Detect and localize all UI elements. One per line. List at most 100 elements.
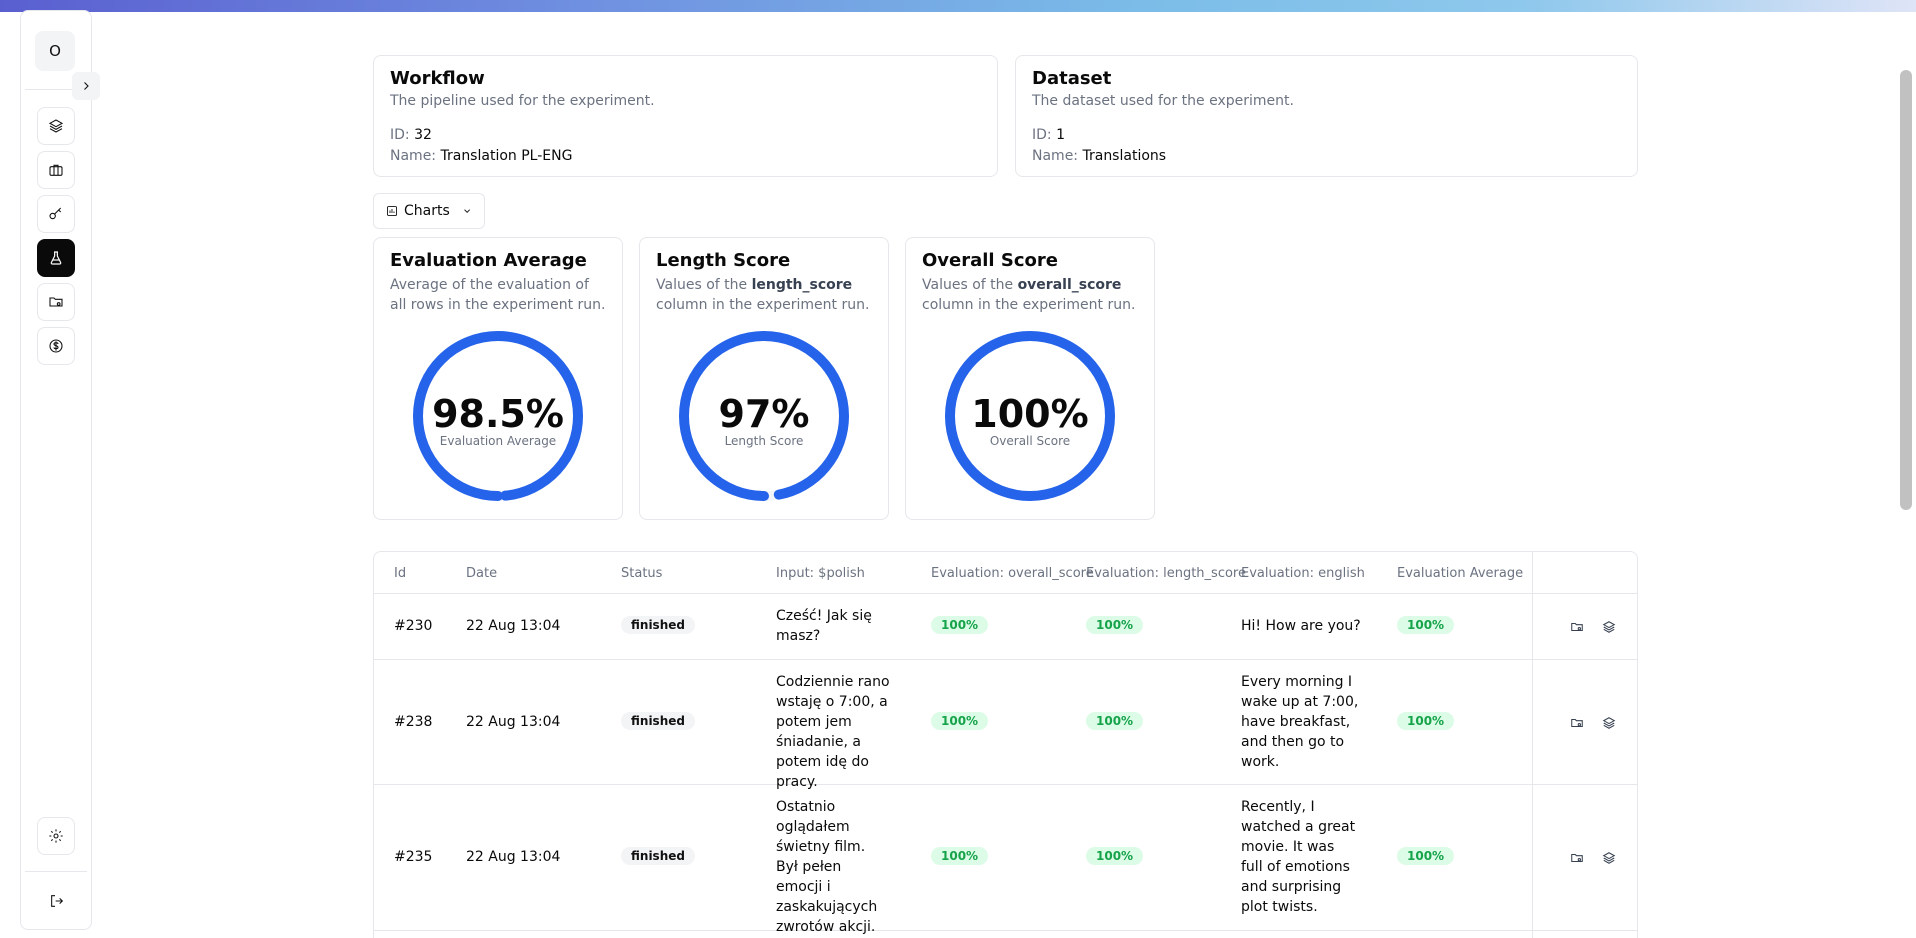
gauge-value: 97% — [718, 392, 810, 436]
overall-score-badge: 100% — [931, 616, 989, 634]
chart-title: Overall Score — [922, 250, 1058, 271]
row-input: Cześć! Jak się masz? — [776, 608, 872, 644]
status-badge: finished — [621, 712, 695, 730]
workflow-card: Workflow The pipeline used for the exper… — [373, 55, 998, 177]
folder-settings-icon — [1571, 718, 1583, 728]
row-date: 22 Aug 13:04 — [466, 618, 561, 634]
chart-card-evaluation-average: Evaluation Average Average of the evalua… — [373, 237, 623, 520]
layers-icon — [48, 119, 64, 133]
settings-button[interactable] — [37, 817, 75, 855]
charts-dropdown-button[interactable]: Charts — [373, 193, 485, 229]
dataset-id: 1 — [1056, 127, 1066, 143]
layers-icon — [1602, 717, 1616, 729]
column-header-status[interactable]: Status — [621, 566, 662, 581]
gauge-label: Length Score — [724, 434, 804, 448]
row-english: Hi! How are you? — [1241, 618, 1361, 634]
workflow-title: Workflow — [390, 68, 485, 89]
gear-icon — [49, 829, 63, 843]
chart-title: Length Score — [656, 250, 791, 271]
dataset-name-label: Name: — [1032, 148, 1079, 164]
gauge-value: 98.5% — [432, 392, 564, 436]
layers-icon — [1602, 621, 1616, 633]
table-row[interactable]: #230 22 Aug 13:04 finished Cześć! Jak si… — [374, 594, 1637, 660]
length-score-badge: 100% — [1086, 616, 1144, 634]
table-header: Id Date Status Input: $polish Evaluation… — [374, 552, 1637, 594]
status-badge: finished — [621, 847, 695, 865]
workflow-name-label: Name: — [390, 148, 437, 164]
row-id: #235 — [394, 849, 433, 865]
row-id: #230 — [394, 618, 433, 634]
sidebar-expand-button[interactable] — [72, 72, 100, 100]
chart-card-length-score: Length Score Values of the length_score … — [639, 237, 889, 520]
column-header-evaluation-average[interactable]: Evaluation Average — [1397, 566, 1523, 581]
open-workflow-run-button[interactable] — [1600, 714, 1618, 732]
length-score-badge: 100% — [1086, 712, 1144, 730]
top-gradient-bar — [0, 0, 1916, 12]
sidebar-divider — [25, 871, 87, 872]
workflow-id-label: ID: — [390, 127, 410, 143]
chart-icon — [387, 206, 397, 216]
key-icon — [49, 207, 62, 220]
dataset-card: Dataset The dataset used for the experim… — [1015, 55, 1638, 177]
sidebar-item-briefcase[interactable] — [37, 151, 75, 189]
row-english: Every morning I wake up at 7:00, have br… — [1241, 674, 1359, 770]
open-dataset-row-button[interactable] — [1568, 714, 1586, 732]
open-workflow-run-button[interactable] — [1600, 849, 1618, 867]
open-workflow-run-button[interactable] — [1600, 618, 1618, 636]
briefcase-icon — [49, 164, 63, 176]
evaluation-average-badge: 100% — [1397, 847, 1455, 865]
workflow-description: The pipeline used for the experiment. — [390, 93, 655, 109]
column-header-length-score[interactable]: Evaluation: length_score — [1086, 566, 1246, 581]
gauge-label: Overall Score — [989, 434, 1071, 448]
actions-column-divider — [1532, 552, 1533, 938]
runs-table: Id Date Status Input: $polish Evaluation… — [373, 551, 1638, 938]
row-input: Ostatnio oglądałem świetny film. Był peł… — [776, 799, 878, 935]
row-date: 22 Aug 13:04 — [466, 714, 561, 730]
chevron-down-icon — [463, 209, 470, 213]
evaluation-average-badge: 100% — [1397, 616, 1455, 634]
chart-title: Evaluation Average — [390, 250, 587, 271]
column-header-date[interactable]: Date — [466, 566, 497, 581]
avatar[interactable]: O — [35, 31, 75, 71]
page-scrollbar[interactable] — [1900, 70, 1912, 510]
open-dataset-row-button[interactable] — [1568, 618, 1586, 636]
overall-score-badge: 100% — [931, 712, 989, 730]
flask-icon — [50, 251, 62, 265]
charts-button-label: Charts — [403, 203, 450, 219]
length-score-badge: 100% — [1086, 847, 1144, 865]
layers-icon — [1602, 852, 1616, 864]
row-date: 22 Aug 13:04 — [466, 849, 561, 865]
chevron-right-icon — [84, 82, 89, 90]
logout-button[interactable] — [47, 891, 67, 911]
chart-description: Values of the overall_score column in th… — [922, 277, 1136, 313]
status-badge: finished — [621, 616, 695, 634]
table-row[interactable]: #238 22 Aug 13:04 finished Codziennie ra… — [374, 660, 1637, 790]
chart-card-overall-score: Overall Score Values of the overall_scor… — [905, 237, 1155, 520]
dataset-title: Dataset — [1032, 68, 1112, 89]
gauge-value: 100% — [971, 392, 1089, 436]
logout-icon — [51, 895, 64, 907]
dataset-description: The dataset used for the experiment. — [1032, 93, 1294, 109]
column-header-english[interactable]: Evaluation: english — [1241, 566, 1365, 581]
column-header-id[interactable]: Id — [394, 566, 406, 581]
sidebar-item-layers[interactable] — [37, 107, 75, 145]
workflow-id: 32 — [414, 127, 432, 143]
open-dataset-row-button[interactable] — [1568, 849, 1586, 867]
column-header-overall-score[interactable]: Evaluation: overall_score — [931, 566, 1094, 581]
folder-settings-icon — [1571, 622, 1583, 632]
table-row[interactable]: #235 22 Aug 13:04 finished Ostatnio oglą… — [374, 785, 1637, 935]
folder-settings-icon — [1571, 853, 1583, 863]
dollar-icon — [49, 339, 63, 353]
overall-score-badge: 100% — [931, 847, 989, 865]
dataset-id-label: ID: — [1032, 127, 1052, 143]
evaluation-average-badge: 100% — [1397, 712, 1455, 730]
sidebar-item-billing[interactable] — [37, 327, 75, 365]
workflow-name: Translation PL-ENG — [440, 148, 573, 164]
gauge-label: Evaluation Average — [439, 434, 557, 448]
folder-settings-icon — [49, 297, 63, 307]
column-header-input[interactable]: Input: $polish — [776, 566, 865, 581]
sidebar-item-datasets[interactable] — [37, 283, 75, 321]
sidebar-item-keys[interactable] — [37, 195, 75, 233]
chart-description: Average of the evaluation of all rows in… — [390, 277, 606, 313]
sidebar-item-experiments[interactable] — [37, 239, 75, 277]
